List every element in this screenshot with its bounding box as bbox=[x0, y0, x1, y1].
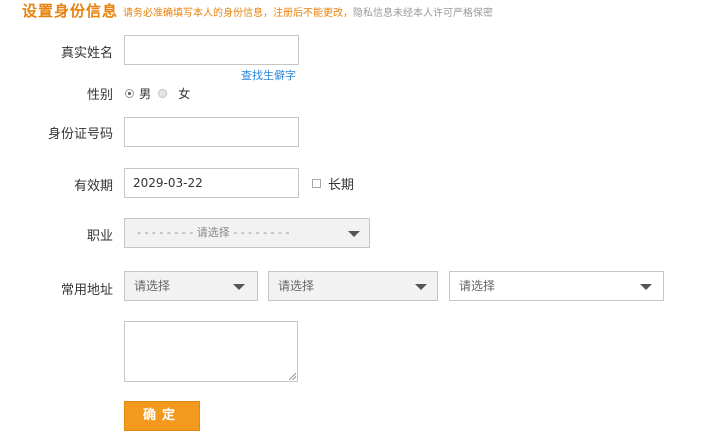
confirm-button[interactable]: 确定 bbox=[124, 401, 200, 431]
province-select[interactable]: 请选择 bbox=[124, 271, 258, 301]
notice-text: 请务必准确填写本人的身份信息，注册后不能更改，隐私信息未经本人许可严格保密 bbox=[123, 4, 493, 19]
gender-male-radio[interactable] bbox=[125, 89, 134, 98]
validity-date-input[interactable]: 2029-03-22 bbox=[124, 168, 299, 198]
rare-char-link[interactable]: 查找生僻字 bbox=[241, 67, 296, 83]
occupation-label: 职业 bbox=[86, 229, 113, 244]
gender-label: 性别 bbox=[86, 88, 113, 103]
chevron-down-icon bbox=[640, 284, 652, 290]
address-detail-textarea[interactable] bbox=[124, 321, 298, 382]
district-select[interactable]: 请选择 bbox=[449, 271, 664, 301]
id-number-input[interactable] bbox=[124, 117, 299, 147]
chevron-down-icon bbox=[415, 284, 427, 290]
notice-required: 请务必准确填写本人的身份信息，注册后不能更改， bbox=[123, 8, 353, 19]
resize-grip-icon[interactable] bbox=[289, 373, 296, 380]
occupation-select-value: - - - - - - - - 请选择 - - - - - - - - bbox=[137, 226, 290, 239]
gender-options: 男 女 bbox=[125, 83, 190, 102]
gender-female-label[interactable]: 女 bbox=[178, 87, 190, 101]
city-select-value: 请选择 bbox=[278, 279, 315, 293]
page-title: 设置身份信息 bbox=[22, 2, 119, 20]
real-name-label: 真实姓名 bbox=[60, 46, 113, 61]
validity-label: 有效期 bbox=[73, 179, 113, 194]
long-term-label[interactable]: 长期 bbox=[328, 174, 354, 193]
id-number-label: 身份证号码 bbox=[47, 127, 113, 142]
district-select-value: 请选择 bbox=[459, 279, 496, 293]
chevron-down-icon bbox=[233, 284, 245, 290]
real-name-input[interactable] bbox=[124, 35, 299, 65]
long-term-checkbox[interactable] bbox=[312, 179, 321, 188]
gender-male-label[interactable]: 男 bbox=[139, 87, 151, 101]
notice-privacy: 隐私信息未经本人许可严格保密 bbox=[353, 8, 493, 19]
gender-female-radio[interactable] bbox=[158, 89, 168, 98]
address-label: 常用地址 bbox=[60, 283, 113, 298]
chevron-down-icon bbox=[348, 231, 360, 237]
city-select[interactable]: 请选择 bbox=[268, 271, 438, 301]
province-select-value: 请选择 bbox=[134, 279, 171, 293]
occupation-select[interactable]: - - - - - - - - 请选择 - - - - - - - - bbox=[124, 218, 370, 248]
